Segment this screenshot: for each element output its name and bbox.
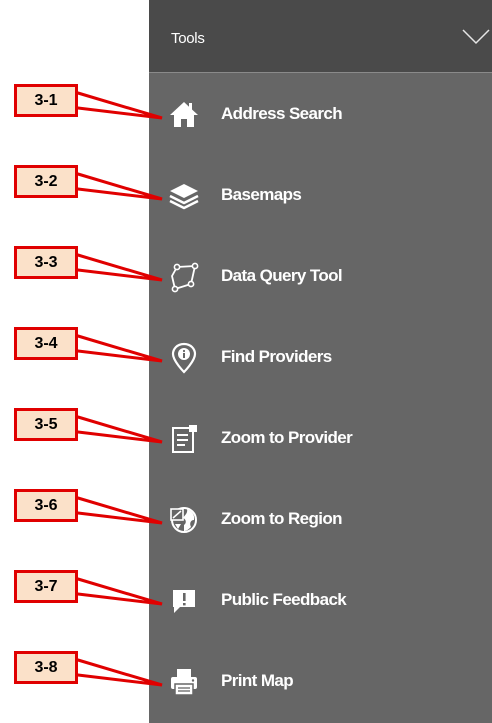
tool-label: Address Search [221, 104, 343, 123]
callout-label: 3-4 [14, 327, 78, 360]
feedback-icon [173, 590, 195, 613]
document-list-icon [172, 425, 197, 453]
layers-icon [169, 184, 199, 210]
tool-find-providers[interactable]: Find Providers [149, 329, 492, 385]
callout-label: 3-6 [14, 489, 78, 522]
tool-label: Zoom to Provider [221, 428, 353, 447]
globe-map-icon [170, 507, 197, 533]
tool-label: Basemaps [221, 185, 302, 204]
tool-zoom-to-provider[interactable]: Zoom to Provider [149, 410, 492, 466]
callout-label: 3-2 [14, 165, 78, 198]
tool-label: Find Providers [221, 347, 332, 366]
panel-title: Tools [171, 30, 205, 47]
tool-label: Print Map [221, 671, 294, 690]
tool-basemaps[interactable]: Basemaps [149, 167, 492, 223]
info-pin-icon [171, 342, 197, 374]
polygon-select-icon [171, 262, 199, 293]
tool-label: Data Query Tool [221, 266, 343, 285]
tool-public-feedback[interactable]: Public Feedback [149, 572, 492, 628]
tool-zoom-to-region[interactable]: Zoom to Region [149, 491, 492, 547]
callout-label: 3-5 [14, 408, 78, 441]
callout-label: 3-7 [14, 570, 78, 603]
tool-label: Public Feedback [221, 590, 347, 609]
tool-label: Zoom to Region [221, 509, 343, 528]
callout-label: 3-3 [14, 246, 78, 279]
callout-label: 3-8 [14, 651, 78, 684]
tools-panel: Tools Address Search Basemaps Data Query… [149, 0, 492, 723]
panel-header[interactable]: Tools [149, 0, 492, 73]
printer-icon [171, 669, 197, 696]
chevron-down-icon[interactable] [461, 24, 491, 48]
tool-print-map[interactable]: Print Map [149, 653, 492, 709]
tool-address-search[interactable]: Address Search [149, 86, 492, 142]
callout-label: 3-1 [14, 84, 78, 117]
tool-data-query[interactable]: Data Query Tool [149, 248, 492, 304]
home-icon [170, 102, 198, 127]
